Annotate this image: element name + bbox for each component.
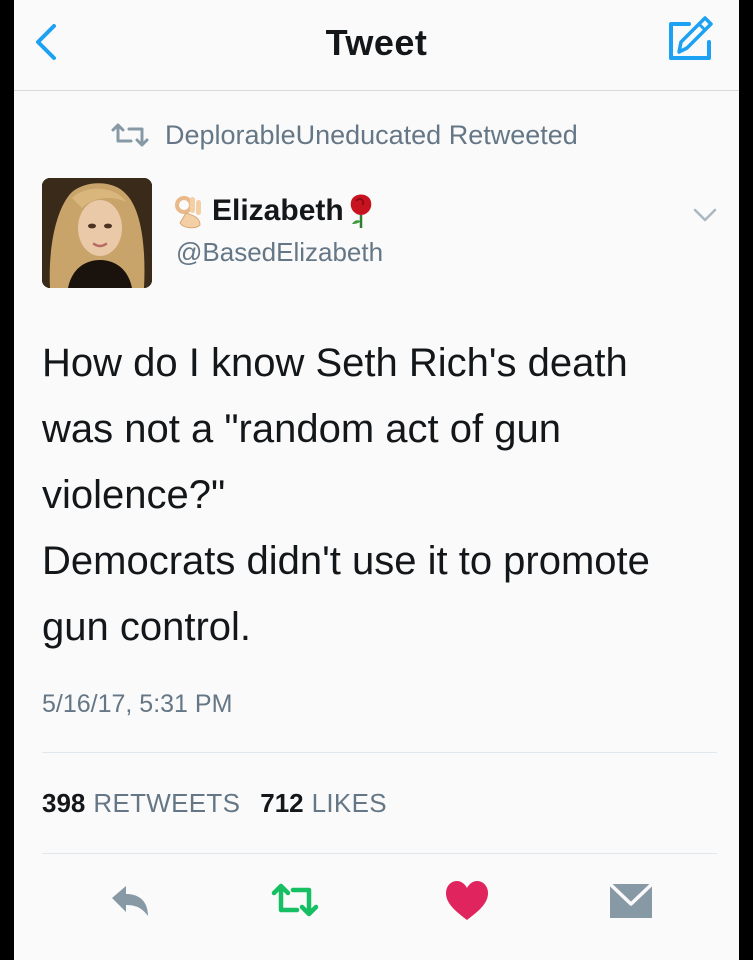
avatar[interactable]	[42, 178, 152, 288]
likes-count[interactable]: 712	[260, 788, 303, 819]
author-handle[interactable]: @BasedElizabeth	[176, 237, 383, 268]
rose-icon	[350, 194, 371, 228]
tweet-text-line: How do I know Seth Rich's death	[42, 341, 628, 385]
retweet-context-text: DeplorableUneducated Retweeted	[165, 119, 578, 150]
compose-tweet-button[interactable]	[665, 14, 715, 64]
author-display-name: Elizabeth	[212, 194, 344, 227]
author-name-row[interactable]: Elizabeth	[172, 193, 374, 229]
compose-icon	[669, 16, 713, 60]
tweet-text: How do I know Seth Rich's death was not …	[42, 330, 722, 660]
divider	[42, 752, 717, 753]
reply-icon	[112, 886, 148, 916]
direct-message-button[interactable]	[606, 876, 656, 926]
page-title: Tweet	[325, 22, 428, 63]
navigation-bar: Tweet	[14, 0, 739, 91]
retweet-button[interactable]	[270, 876, 320, 926]
like-icon	[446, 881, 488, 920]
device-frame-right	[739, 0, 753, 960]
retweets-label[interactable]: RETWEETS	[93, 788, 240, 819]
retweet-icon	[271, 883, 319, 917]
retweet-icon	[111, 123, 149, 147]
retweet-context[interactable]: DeplorableUneducated Retweeted	[109, 118, 578, 152]
chevron-down-icon	[693, 208, 717, 222]
ok-hand-icon	[175, 196, 201, 229]
tweet-timestamp: 5/16/17, 5:31 PM	[42, 690, 233, 718]
tweet-detail-screen: Tweet DeplorableUneducated Retweeted Eli…	[14, 0, 739, 960]
tweet-text-line: violence?"	[42, 473, 226, 517]
direct-message-icon	[608, 882, 654, 918]
avatar-photo	[42, 178, 152, 288]
tweet-options-button[interactable]	[691, 205, 719, 225]
tweet-text-line: Democrats didn't use it to promote	[42, 539, 650, 583]
tweet-stats: 398 RETWEETS 712 LIKES	[42, 788, 407, 819]
retweets-count[interactable]: 398	[42, 788, 85, 819]
divider	[42, 853, 717, 854]
reply-button[interactable]	[106, 876, 156, 926]
likes-label[interactable]: LIKES	[312, 788, 387, 819]
tweet-text-line: was not a "random act of gun	[42, 407, 561, 451]
tweet-text-line: gun control.	[42, 605, 252, 649]
tweet-action-bar	[14, 876, 739, 936]
device-frame-left	[0, 0, 14, 960]
like-button[interactable]	[442, 876, 492, 926]
